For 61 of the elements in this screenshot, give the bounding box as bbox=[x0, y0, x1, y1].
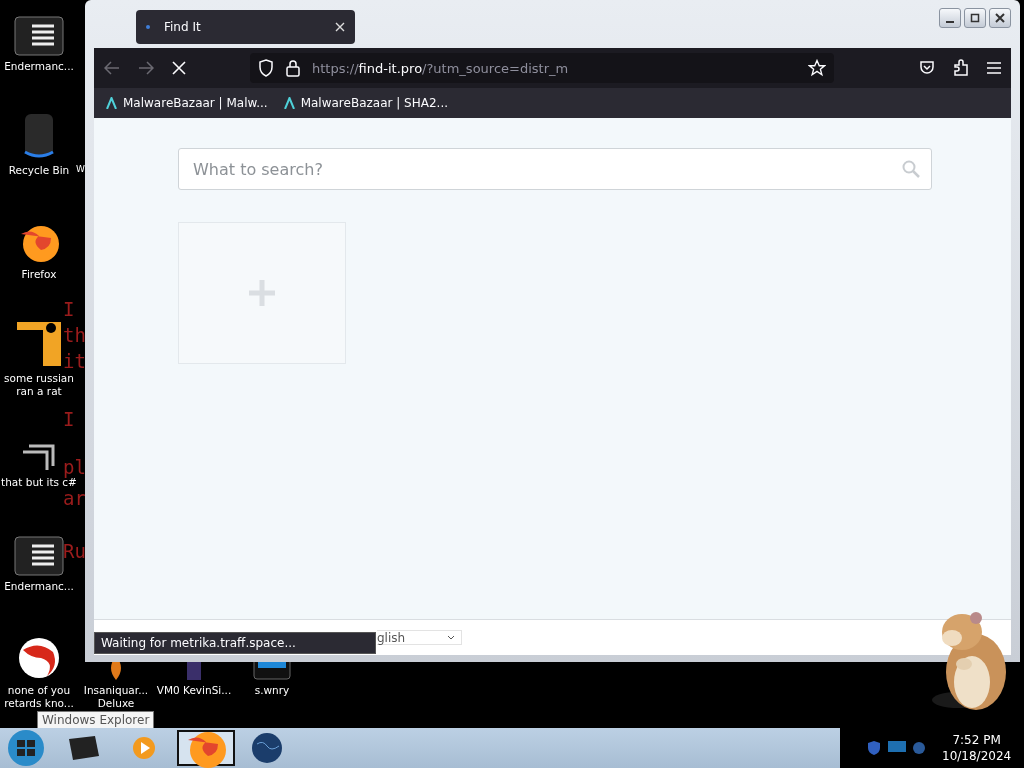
puzzle-icon[interactable] bbox=[953, 59, 969, 77]
plus-icon bbox=[249, 280, 275, 306]
taskbar-button[interactable] bbox=[177, 730, 235, 766]
background-text: th bbox=[63, 327, 86, 343]
icon-label[interactable]: s.wnry bbox=[254, 684, 290, 697]
bookmark-link[interactable]: MalwareBazaar | SHA2... bbox=[283, 96, 449, 110]
language-select[interactable]: glish bbox=[377, 630, 462, 645]
tooltip: Windows Explorer bbox=[37, 711, 155, 729]
stop-icon[interactable] bbox=[172, 61, 186, 75]
maximize-button[interactable] bbox=[964, 8, 986, 28]
clock-date: 10/18/2024 bbox=[942, 748, 1012, 764]
background-text: I bbox=[63, 411, 75, 427]
globe-icon[interactable] bbox=[912, 741, 926, 755]
maximize-icon bbox=[970, 13, 980, 23]
back-icon[interactable] bbox=[104, 61, 120, 75]
background-text: it bbox=[63, 353, 86, 369]
shield-icon bbox=[258, 59, 274, 77]
box-icon bbox=[187, 662, 201, 680]
status-text: Waiting for metrika.traff.space... bbox=[94, 632, 376, 654]
search-field[interactable]: What to search? bbox=[178, 148, 932, 190]
icon-label[interactable]: Insaniquar... Deluxe bbox=[77, 684, 155, 710]
screen-icon bbox=[253, 662, 291, 680]
notepad-icon bbox=[14, 536, 64, 576]
background-text: Ru bbox=[63, 543, 86, 559]
close-icon bbox=[995, 13, 1005, 23]
swirl-icon bbox=[17, 636, 61, 680]
icon-label[interactable]: none of you retards kno... bbox=[0, 684, 78, 710]
icon-label[interactable]: Recycle Bin bbox=[8, 164, 70, 177]
icon-label[interactable]: Firefox bbox=[21, 268, 57, 281]
url-text: https://find-it.pro/?utm_source=distr_m bbox=[312, 60, 570, 76]
globe-icon[interactable] bbox=[251, 732, 283, 764]
clock-time: 7:52 PM bbox=[952, 732, 1001, 748]
background-text: ar bbox=[63, 490, 86, 506]
close-button[interactable] bbox=[989, 8, 1011, 28]
notepad-icon bbox=[14, 16, 64, 56]
icon-label[interactable]: Endermanc... bbox=[4, 60, 74, 73]
icon-label[interactable]: Endermanc... bbox=[4, 580, 74, 593]
lock-icon bbox=[286, 59, 300, 77]
minimize-icon bbox=[946, 21, 954, 23]
forward-icon[interactable] bbox=[138, 61, 154, 75]
address-bar[interactable]: https://find-it.pro/?utm_source=distr_m bbox=[250, 53, 834, 83]
caret-up-icon bbox=[283, 97, 295, 109]
icon-label[interactable]: VM0 KevinSi... bbox=[156, 684, 232, 697]
shield-icon[interactable] bbox=[866, 740, 882, 756]
monitor-icon[interactable] bbox=[888, 741, 906, 755]
menu-icon[interactable] bbox=[987, 62, 1001, 74]
loading-dot-icon bbox=[146, 25, 150, 29]
pocket-icon[interactable] bbox=[919, 60, 935, 76]
caret-up-icon bbox=[106, 97, 117, 109]
star-icon[interactable] bbox=[808, 59, 826, 77]
chevron-down-icon bbox=[447, 634, 455, 641]
background-text: I bbox=[63, 301, 75, 317]
trash-icon bbox=[22, 112, 56, 160]
browser-tab[interactable]: Find It bbox=[136, 10, 355, 44]
add-tile[interactable] bbox=[178, 222, 346, 364]
icon-label[interactable]: some russian ran a rat bbox=[0, 372, 78, 398]
icon-label[interactable]: W bbox=[76, 164, 85, 175]
bookmark-link[interactable]: MalwareBazaar | Malw... bbox=[106, 96, 268, 110]
close-icon[interactable] bbox=[335, 22, 345, 32]
minimize-button[interactable] bbox=[939, 8, 961, 28]
tab-title: Find It bbox=[164, 20, 202, 34]
